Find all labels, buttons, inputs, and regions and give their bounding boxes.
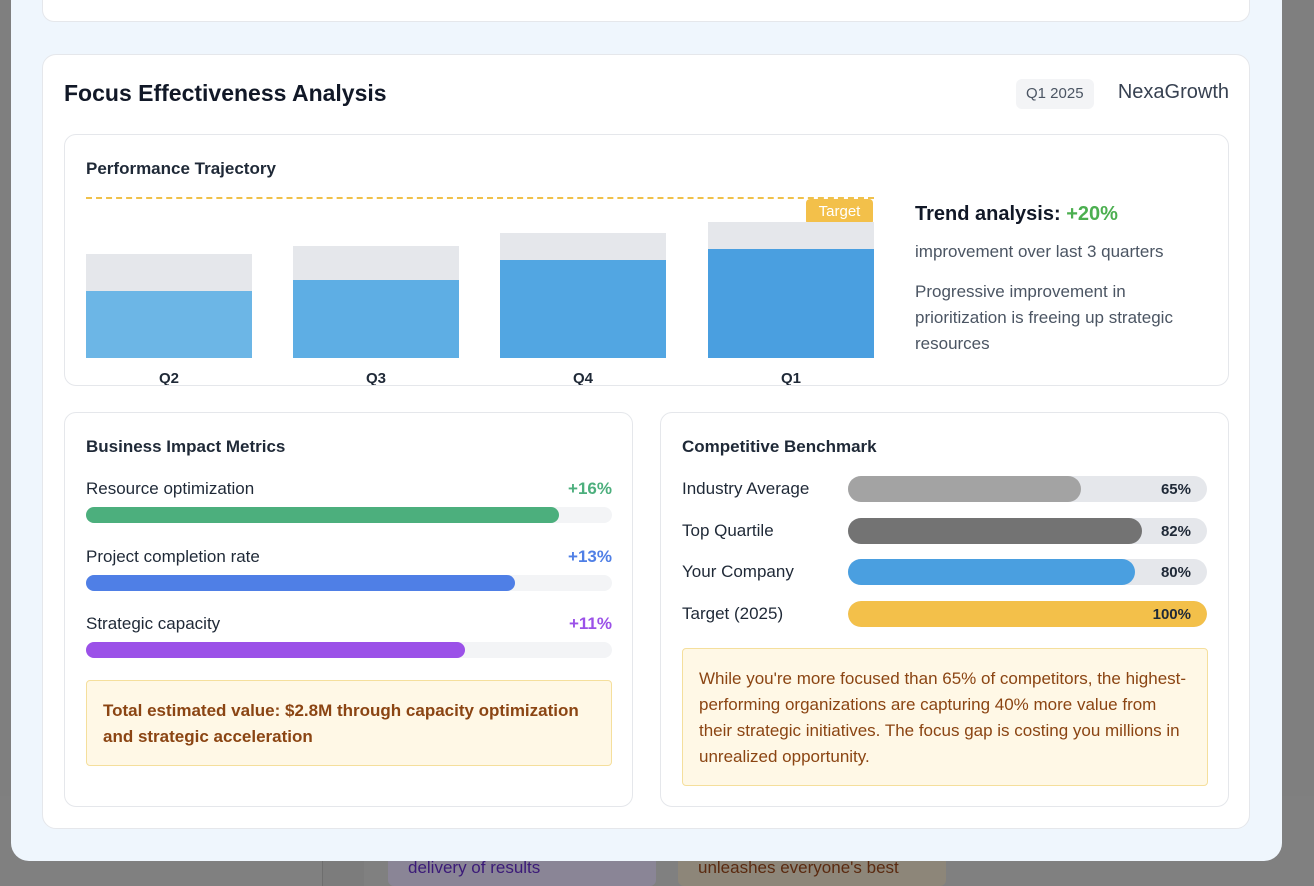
benchmark-fill — [848, 559, 1136, 585]
benchmark-fill — [848, 476, 1082, 502]
benchmark-row-your-company: Your Company 80% — [682, 559, 1208, 585]
brand-name: NexaGrowth — [1117, 81, 1229, 103]
benchmark-track: 65% — [848, 476, 1207, 502]
trend-description: Progressive improvement in prioritizatio… — [915, 282, 1173, 353]
previous-section-card — [42, 0, 1250, 22]
metrics-title: Business Impact Metrics — [86, 437, 286, 456]
bar-label: Q3 — [365, 370, 386, 386]
metric-label: Resource optimization — [86, 479, 255, 498]
target-line — [86, 197, 874, 199]
bar-value — [86, 290, 252, 358]
bar-label: Q4 — [572, 370, 593, 386]
benchmark-label: Your Company — [682, 562, 794, 581]
bar-value — [293, 279, 459, 358]
performance-title: Performance Trajectory — [86, 159, 276, 178]
bar-label: Q1 — [780, 370, 801, 386]
trend-value: +20% — [1066, 203, 1118, 225]
benchmark-row-target: Target (2025) 100% — [682, 601, 1208, 627]
focus-effectiveness-section: Focus Effectiveness Analysis Q1 2025 Nex… — [42, 54, 1250, 829]
benchmark-title: Competitive Benchmark — [682, 437, 877, 456]
competitive-benchmark-card: Competitive Benchmark Industry Average 6… — [660, 412, 1229, 807]
benchmark-note: While you're more focused than 65% of co… — [682, 648, 1208, 786]
metric-track — [86, 507, 612, 523]
bar-value — [500, 260, 666, 358]
benchmark-value: 80% — [1160, 564, 1191, 581]
benchmark-track: 100% — [848, 601, 1207, 627]
benchmark-row-industry-average: Industry Average 65% — [682, 476, 1208, 502]
benchmark-label: Target (2025) — [682, 604, 784, 623]
metric-fill — [86, 575, 515, 591]
total-value-note: Total estimated value: $2.8M through cap… — [86, 680, 612, 766]
benchmark-label: Industry Average — [682, 479, 810, 498]
benchmark-track: 80% — [848, 559, 1207, 585]
performance-trajectory-card: Performance Trajectory Target Q2 Q3 Q4 Q1 T… — [64, 134, 1229, 386]
metric-project-completion: Project completion rate +13% — [86, 547, 612, 591]
metric-label: Strategic capacity — [86, 614, 221, 633]
metric-value: +13% — [568, 547, 612, 566]
metric-fill — [86, 642, 465, 658]
benchmark-row-top-quartile: Top Quartile 82% — [682, 518, 1208, 544]
trend-label: Trend analysis: — [915, 203, 1061, 225]
modal-dialog: Focus Effectiveness Analysis Q1 2025 Nex… — [11, 0, 1282, 861]
metric-fill — [86, 507, 560, 523]
business-impact-card: Business Impact Metrics Resource optimiz… — [64, 412, 633, 807]
metric-track — [86, 642, 612, 658]
benchmark-value: 100% — [1152, 606, 1191, 623]
trend-analysis: Trend analysis: +20% improvement over la… — [915, 203, 1215, 357]
benchmark-label: Top Quartile — [682, 521, 774, 540]
metric-value: +16% — [568, 479, 612, 498]
benchmark-value: 82% — [1160, 523, 1191, 540]
metric-track — [86, 575, 612, 591]
metric-value: +11% — [568, 614, 612, 633]
bar-value — [708, 249, 874, 358]
metric-strategic-capacity: Strategic capacity +11% — [86, 614, 612, 658]
bar-label: Q2 — [158, 370, 179, 386]
metric-resource-optimization: Resource optimization +16% — [86, 479, 612, 523]
benchmark-track: 82% — [848, 518, 1207, 544]
benchmark-value: 65% — [1160, 481, 1191, 498]
metric-label: Project completion rate — [86, 547, 260, 566]
trend-subtitle: improvement over last 3 quarters — [915, 242, 1164, 261]
trend-heading: Trend analysis: +20% — [915, 203, 1215, 226]
benchmark-fill — [848, 518, 1143, 544]
quarter-badge: Q1 2025 — [1016, 79, 1094, 109]
section-title: Focus Effectiveness Analysis — [64, 80, 387, 106]
